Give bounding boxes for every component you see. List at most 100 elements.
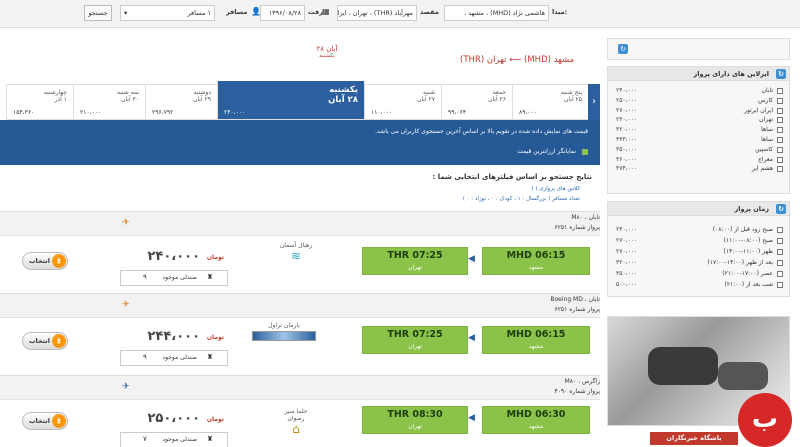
date-tab-date: ۲۸ آبان	[328, 95, 358, 105]
flight-card-header: زاگرس ، M۸۰ پرواز شماره ۴۰۹۰ ✈	[0, 376, 600, 400]
route-date: ۲۸ آبان یکشنبه	[312, 46, 342, 60]
select-button[interactable]: انتخاب ⏫	[22, 252, 68, 270]
select-button[interactable]: انتخاب ⏫	[22, 412, 68, 430]
date-tab[interactable]: دوشنبه ۲۹ آبان ۲۹۶،۷۹۲	[145, 85, 217, 119]
airline-filter-item[interactable]: تهران ۲۳۰،۰۰۰	[608, 115, 789, 125]
airline-filter-item[interactable]: کاسپین ۳۵۰،۰۰۰	[608, 145, 789, 155]
date-tab[interactable]: سه شنبه ۳۰ آبان ۲۱۰،۰۰۰	[73, 85, 145, 119]
airline-filter-price: ۲۴۰،۰۰۰	[616, 87, 638, 94]
plane-icon: ✈	[122, 300, 130, 310]
date-tab-active[interactable]: یکشنبه ۲۸ آبان ۲۴۰،۰۰۰	[217, 81, 364, 119]
filter-passengers: تعداد مسافر ( بزرگسال : ۱ ، کودک : ۰ ، ن…	[462, 196, 580, 202]
time-filter-item[interactable]: صبح زود قبل از (۰۸:۰۰) ۲۴۰،۰۰۰	[608, 225, 789, 236]
checkbox[interactable]	[777, 136, 783, 143]
airline-filter-item[interactable]: کارس ۲۵۰،۰۰۰	[608, 96, 789, 106]
wave-logo-icon: ≋	[290, 249, 302, 263]
route-date-weekday: یکشنبه	[319, 53, 335, 59]
origin-value: هاشمی نژاد (MHD) ، مشهد ،	[464, 9, 545, 17]
dep-city: مشهد	[528, 264, 544, 271]
airline-name: بارمان تراول	[268, 322, 300, 329]
search-button[interactable]: جستجو	[84, 5, 112, 21]
date-tab[interactable]: شنبه ۲۷ آبان ۱۱۰،۰۰۰	[364, 85, 441, 119]
checkbox[interactable]	[777, 156, 783, 163]
checkbox[interactable]	[777, 97, 783, 104]
checkbox[interactable]	[777, 238, 783, 244]
date-tab[interactable]: چهارشنبه ۱ آذر ۱۵۴،۳۶۰	[6, 85, 73, 119]
checkbox[interactable]	[777, 271, 783, 277]
checkbox[interactable]	[777, 117, 783, 124]
seats-label: صندلی موجود	[162, 274, 197, 281]
time-filter-item[interactable]: بعد از ظهر (۱۴:۰۰-۱۷:۰۰) ۳۲۰،۰۰۰	[608, 258, 789, 269]
refresh-icon[interactable]: ↻	[618, 44, 628, 54]
seats-count: ۷	[143, 435, 147, 443]
time-filter-name: صبح (۰۸:۰۰-۱۱:۰۰)	[723, 237, 773, 244]
currency: تومان	[206, 334, 224, 341]
date-tab-price: ۹۹،۰۶۴	[448, 109, 467, 116]
airline-filter-item[interactable]: ساها ۳۳۳،۰۰۰	[608, 135, 789, 145]
next-week-icon[interactable]: ›	[588, 84, 600, 120]
airline-filter-item[interactable]: هشم ایر ۴۷۴،۰۰۰	[608, 164, 789, 174]
airline-logo: بارمان تراول	[252, 322, 316, 346]
checkbox[interactable]	[777, 146, 783, 153]
arr-city: تهران	[408, 343, 422, 350]
hotel-logo-icon: ⌂	[292, 422, 300, 436]
origin-field[interactable]: هاشمی نژاد (MHD) ، مشهد ،	[444, 5, 549, 21]
time-filter-name: صبح زود قبل از (۰۸:۰۰)	[712, 226, 773, 233]
checkbox[interactable]	[777, 249, 783, 255]
time-filter-item[interactable]: ظهر (۱۱:۰۰-۱۴:۰۰) ۲۷۰،۰۰۰	[608, 247, 789, 258]
dep-city: مشهد	[528, 343, 544, 350]
airline-filter-name: کارس	[758, 96, 773, 104]
airline-name: رهبال آسمان	[279, 242, 313, 249]
flight-card-header: تابان ، Boeing MD پرواز شماره ۶۲۵۱ ✈	[0, 294, 600, 318]
date-tab[interactable]: پنج شنبه ۲۵ آبان ۸۹،۰۰۰	[512, 85, 588, 119]
time-filter-item[interactable]: صبح (۰۸:۰۰-۱۱:۰۰) ۲۷۰،۰۰۰	[608, 236, 789, 247]
date-tab-weekday: یکشنبه	[329, 85, 358, 95]
date-tab-price: ۸۹،۰۰۰	[519, 109, 538, 116]
plane-icon: ✈	[122, 382, 130, 392]
arrival-box: THR 08:30 تهران	[362, 406, 468, 434]
passenger-select[interactable]: ۱ مسافر ▾	[120, 5, 215, 21]
select-label: انتخاب	[29, 337, 50, 345]
departure-box: MHD 06:15 مشهد	[482, 326, 590, 354]
chevron-down-icon: ▾	[124, 9, 128, 17]
flight-card: تابان ، Boeing MD پرواز شماره ۶۲۵۱ ✈ MHD…	[0, 293, 600, 375]
calendar-icon[interactable]: ▦	[322, 7, 330, 16]
select-button[interactable]: انتخاب ⏫	[22, 332, 68, 350]
airlines-filter: ایرلاین های دارای پرواز ↻ تابان ۲۴۰،۰۰۰ ک…	[607, 66, 790, 194]
airline-filter-item[interactable]: ساها ۳۲۰،۰۰۰	[608, 125, 789, 135]
price: ۲۵۰،۰۰۰	[147, 411, 200, 426]
checkbox[interactable]	[777, 166, 783, 173]
arr-city: تهران	[408, 423, 422, 430]
user-icon: 👤	[251, 7, 261, 16]
arrow-left-icon: ◀	[468, 333, 475, 343]
checkbox[interactable]	[777, 88, 783, 94]
airline-filter-item[interactable]: ایران ایرتور ۲۷۰،۰۰۰	[608, 106, 789, 116]
date-tab-weekday: چهارشنبه	[43, 89, 67, 96]
seat-box: صندلی موجود ♜ ۹	[120, 350, 228, 366]
checkbox[interactable]	[777, 107, 783, 114]
checkbox[interactable]	[777, 227, 783, 233]
flight-number: پرواز شماره ۶۲۵۱	[554, 224, 600, 231]
airline-filter-item[interactable]: تابان ۲۴۰،۰۰۰	[608, 86, 789, 96]
airline-filter-name: هشم ایر	[751, 165, 773, 173]
refresh-icon[interactable]: ↻	[776, 69, 786, 79]
checkbox[interactable]	[777, 260, 783, 266]
arr-time: 08:30	[412, 409, 443, 420]
time-filter-price: ۵۰۰،۰۰۰	[616, 281, 638, 288]
date-tab-price: ۲۹۶،۷۹۲	[152, 109, 174, 116]
checkbox[interactable]	[777, 127, 783, 134]
airline-filter-price: ۲۳۰،۰۰۰	[616, 116, 638, 124]
checkbox[interactable]	[777, 282, 783, 288]
date-tab-weekday: پنج شنبه	[560, 89, 582, 96]
arr-city: تهران	[408, 264, 422, 271]
refresh-icon[interactable]: ↻	[776, 204, 786, 214]
airline-filter-name: کاسپین	[755, 145, 773, 153]
time-filter-item[interactable]: شب بعد از (۲۱:۰۰) ۵۰۰،۰۰۰	[608, 280, 789, 291]
airline-filter-item[interactable]: معراج ۳۶۰،۰۰۰	[608, 155, 789, 165]
depart-date-field[interactable]: ۱۳۹۶/۰۸/۲۸	[260, 5, 305, 21]
time-filter-item[interactable]: عصر (۱۷:۰۰-۲۱:۰۰) ۳۵۰،۰۰۰	[608, 269, 789, 280]
airline-filter-price: ۳۵۰،۰۰۰	[616, 145, 638, 153]
vr-headset-shape	[718, 362, 768, 390]
destination-field[interactable]: مهرآباد (THR) ، تهران ، ایران	[337, 5, 417, 21]
date-tab[interactable]: جمعه ۲۶ آبان ۹۹،۰۶۴	[441, 85, 512, 119]
